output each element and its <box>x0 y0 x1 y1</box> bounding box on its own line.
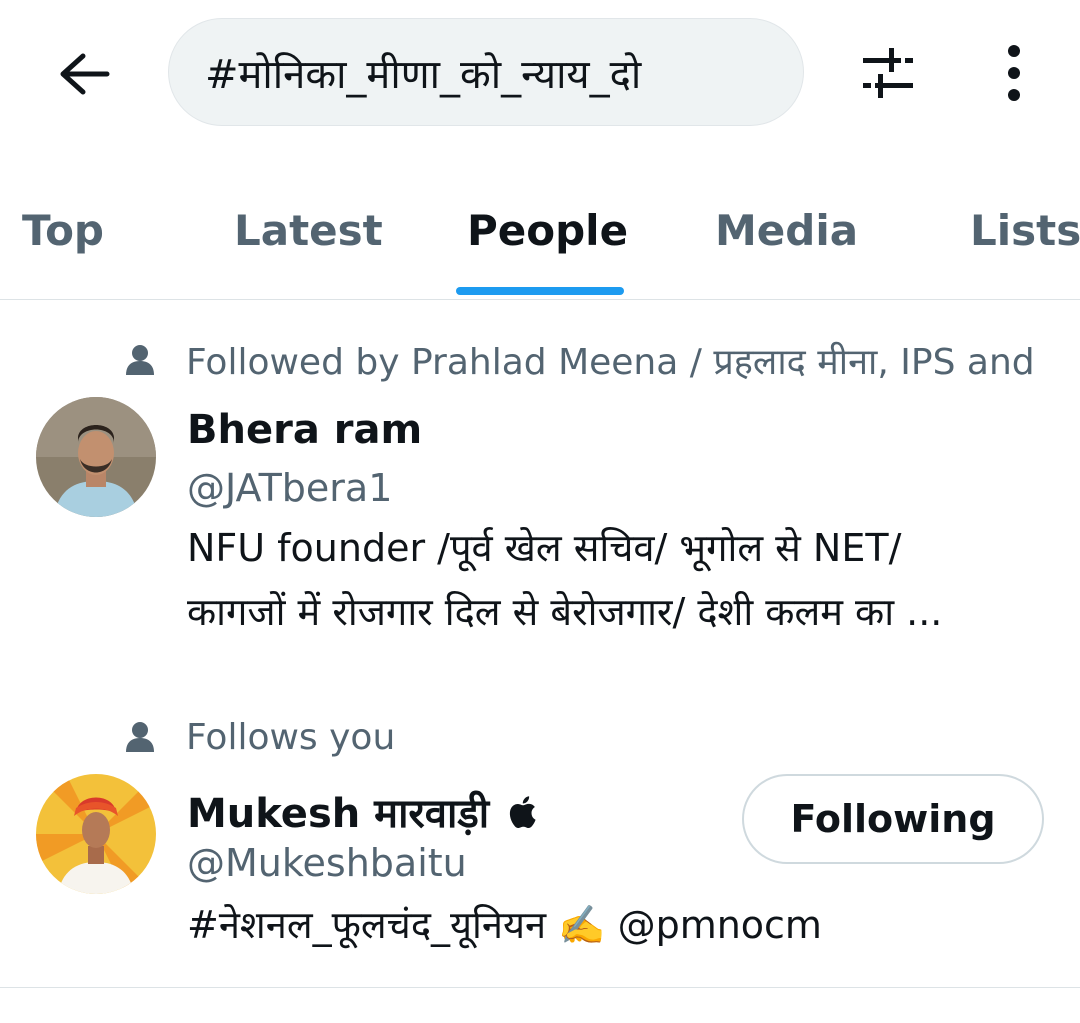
user-handle[interactable]: @JATbera1 <box>187 466 392 510</box>
more-options-icon[interactable] <box>984 40 1044 106</box>
user-list-item[interactable]: Follows you Mukesh मारवाड़ी @Mukeshbaitu… <box>0 680 1080 987</box>
user-bio-line: कागजों में रोजगार दिल से बेरोजगार/ देशी … <box>187 590 943 634</box>
social-context-text: Follows you <box>186 716 396 758</box>
top-bar: #मोनिका_मीणा_को_न्याय_दो <box>0 0 1080 145</box>
tab-lists[interactable]: Lists <box>970 206 1080 255</box>
social-context: Follows you <box>120 712 395 762</box>
back-arrow-icon[interactable] <box>52 44 116 104</box>
user-display-name-text: Mukesh मारवाड़ी <box>187 791 490 837</box>
user-bio-line: NFU founder /पूर्व खेल सचिव/ भूगोल से NE… <box>187 526 902 570</box>
search-tabs: Top Latest People Media Lists <box>0 150 1080 300</box>
user-bio: #नेशनल_फूलचंद_यूनियन ✍️ @pmnocm <box>187 893 1047 957</box>
user-bio-line: #नेशनल_फूलचंद_यूनियन ✍️ @pmnocm <box>187 903 822 947</box>
active-tab-indicator <box>456 287 624 295</box>
following-button[interactable]: Following <box>742 774 1044 864</box>
user-display-name[interactable]: Bhera ram <box>187 407 422 453</box>
social-context: Followed by Prahlad Meena / प्रहलाद मीना… <box>120 335 1035 385</box>
tab-latest[interactable]: Latest <box>234 206 383 255</box>
person-icon <box>120 717 160 757</box>
apple-logo-icon <box>507 793 537 839</box>
user-display-name[interactable]: Mukesh मारवाड़ी <box>187 784 537 839</box>
user-handle[interactable]: @Mukeshbaitu <box>187 841 467 885</box>
avatar[interactable] <box>36 397 156 517</box>
avatar[interactable] <box>36 774 156 894</box>
tab-top[interactable]: Top <box>22 206 104 255</box>
social-context-text: Followed by Prahlad Meena / प्रहलाद मीना… <box>186 341 1035 383</box>
person-icon <box>120 340 160 380</box>
search-query-text: #मोनिका_मीणा_को_न्याय_दो <box>205 51 642 98</box>
user-list-item[interactable]: Followed by Prahlad Meena / प्रहलाद मीना… <box>0 300 1080 680</box>
list-divider <box>0 987 1080 988</box>
search-input[interactable]: #मोनिका_मीणा_को_न्याय_दो <box>168 18 804 126</box>
tab-media[interactable]: Media <box>715 206 858 255</box>
user-bio: NFU founder /पूर्व खेल सचिव/ भूगोल से NE… <box>187 516 1047 644</box>
tab-people[interactable]: People <box>467 206 628 255</box>
search-filter-icon[interactable] <box>852 40 924 106</box>
